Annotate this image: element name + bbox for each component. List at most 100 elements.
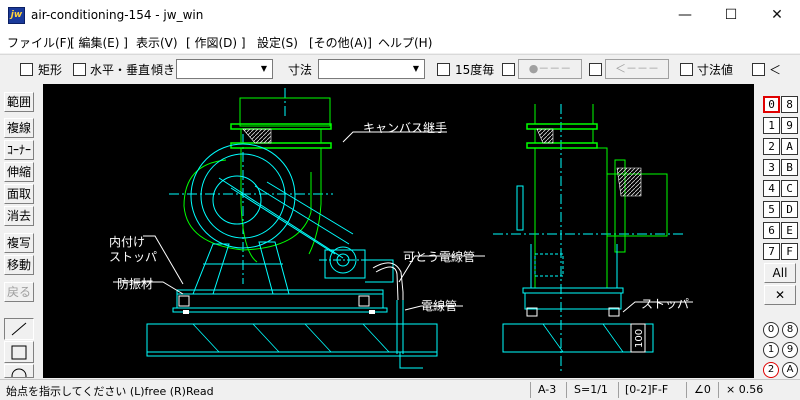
group-1[interactable]: 1 <box>763 342 779 358</box>
dots-checkbox[interactable] <box>502 63 515 76</box>
group-9[interactable]: 9 <box>782 342 798 358</box>
toolbar: 矩形 水平・垂直 傾き ▼ 寸法 ▼ 15度毎 ●－－－ ＜－－－ 寸法値 ＜ <box>0 54 800 82</box>
tool-corner[interactable]: ｺｰﾅｰ <box>4 140 34 160</box>
status-layer[interactable]: [0-2]F-F <box>625 383 668 396</box>
menu-help[interactable]: ヘルプ(H) <box>378 34 432 51</box>
layer-6[interactable]: 6 <box>763 222 780 239</box>
chevron-down-icon[interactable]: ▼ <box>408 60 424 78</box>
menu-bar: ファイル(F) [ 編集(E) ] 表示(V) [ 作図(D) ] 設定(S) … <box>0 31 800 53</box>
layer-a[interactable]: A <box>781 138 798 155</box>
drawing-canvas[interactable]: キャンバス継手 内付け ストッパ 防振材 可とう電線管 電線管 ストッパ 100 <box>43 84 754 378</box>
circle-tool-button[interactable] <box>4 364 34 384</box>
dimension-combo[interactable]: ▼ <box>318 59 425 79</box>
layer-7[interactable]: 7 <box>763 243 780 260</box>
menu-view[interactable]: 表示(V) <box>136 34 178 51</box>
menu-other[interactable]: [その他(A)] <box>309 34 372 51</box>
label-stopper-right: ストッパ <box>641 297 689 311</box>
tilt-label: 傾き <box>151 63 176 77</box>
menu-draw[interactable]: [ 作図(D) ] <box>186 34 246 51</box>
maximize-button[interactable]: ☐ <box>708 0 754 31</box>
tool-offset[interactable]: 複線 <box>4 118 34 138</box>
layer-9[interactable]: 9 <box>781 117 798 134</box>
left-tool-panel: 範囲 複線 ｺｰﾅｰ 伸縮 面取 消去 複写 移動 戻る <box>0 83 38 384</box>
label-vibration-material: 防振材 <box>117 276 153 291</box>
label-inner-stopper-1: 内付け <box>109 235 145 249</box>
window-title: air-conditioning-154 - jw_win <box>31 8 204 22</box>
group-a[interactable]: A <box>782 362 798 378</box>
close-button[interactable]: ✕ <box>754 0 800 31</box>
layer-all-button[interactable]: All <box>764 263 796 283</box>
menu-settings[interactable]: 設定(S) <box>257 34 298 51</box>
menu-file[interactable]: ファイル(F) <box>7 34 71 51</box>
status-message: 始点を指示してください (L)free (R)Read <box>6 385 214 398</box>
rect-tool-button[interactable] <box>4 341 34 363</box>
cad-drawing: キャンバス継手 内付け ストッパ 防振材 可とう電線管 電線管 ストッパ 100 <box>109 88 693 374</box>
rect-icon <box>11 345 27 360</box>
label-canvas-joint: キャンバス継手 <box>363 120 447 135</box>
leader-lines <box>113 131 693 313</box>
layer-5[interactable]: 5 <box>763 201 780 218</box>
label-inner-stopper-2: ストッパ <box>109 250 157 264</box>
label-flexible-conduit: 可とう電線管 <box>403 249 475 264</box>
layer-panel: 0 8 1 9 2 A 3 B 4 C 5 D 6 E 7 F All ✕ 0 … <box>760 90 800 380</box>
status-separator <box>686 382 687 398</box>
tool-chamfer[interactable]: 面取 <box>4 184 34 204</box>
layer-4[interactable]: 4 <box>763 180 780 197</box>
tool-erase[interactable]: 消去 <box>4 206 34 226</box>
menu-edit[interactable]: [ 編集(E) ] <box>70 34 128 51</box>
dimension-label: 寸法 <box>288 63 313 77</box>
line-tool-button[interactable] <box>4 318 34 340</box>
horiz-vert-checkbox[interactable] <box>73 63 86 76</box>
layer-d[interactable]: D <box>781 201 798 218</box>
tool-undo[interactable]: 戻る <box>4 282 34 302</box>
layer-8[interactable]: 8 <box>781 96 798 113</box>
line-icon <box>11 322 27 336</box>
arrow-line-box[interactable]: ＜－－－ <box>605 59 669 79</box>
jw-win-window: jw air-conditioning-154 - jw_win — ☐ ✕ フ… <box>0 0 800 400</box>
dots-line-box[interactable]: ●－－－ <box>518 59 582 79</box>
tool-range[interactable]: 範囲 <box>4 92 34 112</box>
tilt-combo[interactable]: ▼ <box>176 59 273 79</box>
layer-x-button[interactable]: ✕ <box>764 285 796 305</box>
layer-2[interactable]: 2 <box>763 138 780 155</box>
tool-move[interactable]: 移動 <box>4 255 34 275</box>
layer-1[interactable]: 1 <box>763 117 780 134</box>
status-separator <box>718 382 719 398</box>
label-dim-100: 100 <box>634 329 645 348</box>
rect-checkbox[interactable] <box>20 63 33 76</box>
group-2[interactable]: 2 <box>763 362 779 378</box>
status-separator <box>566 382 567 398</box>
front-view <box>493 104 683 374</box>
status-scale[interactable]: S=1/1 <box>574 383 608 396</box>
layer-c[interactable]: C <box>781 180 798 197</box>
status-bar: 始点を指示してください (L)free (R)Read A-3 S=1/1 [0… <box>0 379 800 400</box>
layer-3[interactable]: 3 <box>763 159 780 176</box>
layer-f[interactable]: F <box>781 243 798 260</box>
rect-label: 矩形 <box>38 63 63 77</box>
app-icon[interactable]: jw <box>8 7 25 24</box>
group-8[interactable]: 8 <box>782 322 798 338</box>
dim-value-label: 寸法値 <box>697 63 734 77</box>
label-conduit: 電線管 <box>421 298 457 313</box>
layer-e[interactable]: E <box>781 222 798 239</box>
arrow-checkbox[interactable] <box>589 63 602 76</box>
title-bar[interactable]: jw air-conditioning-154 - jw_win — ☐ ✕ <box>0 0 800 31</box>
group-0[interactable]: 0 <box>763 322 779 338</box>
tool-copy[interactable]: 複写 <box>4 233 34 253</box>
dim-value-checkbox[interactable] <box>680 63 693 76</box>
deg15-checkbox[interactable] <box>437 63 450 76</box>
horiz-vert-label: 水平・垂直 <box>90 63 151 77</box>
tool-stretch[interactable]: 伸縮 <box>4 162 34 182</box>
status-separator <box>618 382 619 398</box>
status-angle[interactable]: ∠0 <box>694 383 711 396</box>
status-paper[interactable]: A-3 <box>538 383 556 396</box>
lt-checkbox[interactable] <box>752 63 765 76</box>
circle-icon <box>11 368 27 384</box>
status-zoom[interactable]: × 0.56 <box>726 383 763 396</box>
layer-0[interactable]: 0 <box>763 96 780 113</box>
lt-label: ＜ <box>769 63 782 77</box>
status-separator <box>530 382 531 398</box>
chevron-down-icon[interactable]: ▼ <box>256 60 272 78</box>
layer-b[interactable]: B <box>781 159 798 176</box>
minimize-button[interactable]: — <box>662 0 708 31</box>
